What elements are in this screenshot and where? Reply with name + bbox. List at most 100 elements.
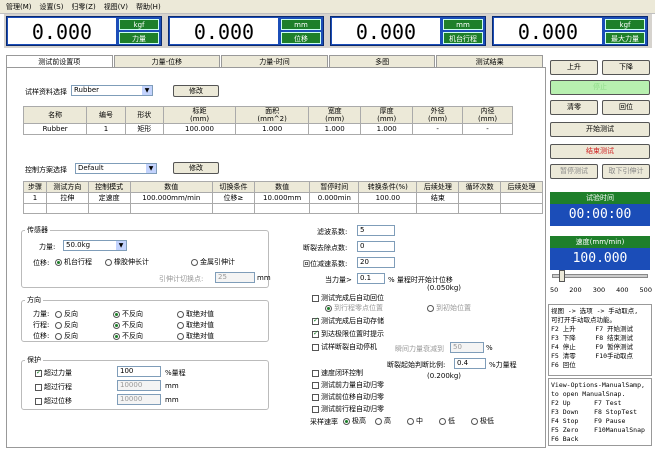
control-cell-empty[interactable] xyxy=(87,203,131,214)
control-cell-empty[interactable] xyxy=(212,203,255,214)
stroke-value: 0.000 xyxy=(331,17,441,45)
direction-option-label: 反向 xyxy=(64,332,78,340)
control-cell[interactable]: 100.00 xyxy=(358,192,418,204)
position-option-metal-ext[interactable]: 金属引伸计 xyxy=(191,257,235,267)
control-col-header: 暂停时间 xyxy=(309,181,360,193)
control-modify-button[interactable]: 修改 xyxy=(173,162,219,174)
protection-input[interactable]: 100 xyxy=(117,366,161,377)
sample-rate-option[interactable]: 高 xyxy=(375,416,391,426)
protection-input[interactable]: 10000 xyxy=(117,394,161,405)
control-select[interactable]: Default ▼ xyxy=(75,163,157,174)
control-cell-empty[interactable] xyxy=(23,203,47,214)
break-stop-checkbox[interactable]: 试样断裂自动停机 xyxy=(312,342,377,352)
end-test-button[interactable]: 结束测试 xyxy=(550,144,650,159)
direction-option[interactable]: 反向 xyxy=(55,331,78,341)
control-cell-empty[interactable] xyxy=(458,203,502,214)
material-modify-button[interactable]: 修改 xyxy=(173,85,219,97)
sample-rate-option[interactable]: 极低 xyxy=(471,416,494,426)
control-cell[interactable] xyxy=(500,192,543,204)
position-option-rubber-ext[interactable]: 橡胶伸长计 xyxy=(105,257,149,267)
direction-option[interactable]: 反向 xyxy=(55,320,78,330)
material-cell[interactable]: 100.000 xyxy=(162,123,237,135)
control-cell-empty[interactable] xyxy=(500,203,543,214)
material-cell[interactable]: 1 xyxy=(86,123,126,135)
speed-slider-track[interactable] xyxy=(552,274,648,278)
control-cell[interactable]: 拉伸 xyxy=(45,192,89,204)
control-cell-empty[interactable] xyxy=(358,203,418,214)
down-button[interactable]: 下降 xyxy=(602,60,650,75)
zero-force-checkbox[interactable]: 测试前力量自动归零 xyxy=(312,380,384,390)
material-cell[interactable]: 1.000 xyxy=(308,123,362,135)
menu-manage[interactable]: 管理(M) xyxy=(6,2,32,12)
position-option-stroke[interactable]: 机台行程 xyxy=(55,257,92,267)
control-cell-empty[interactable] xyxy=(45,203,89,214)
return-decel-input[interactable]: 20 xyxy=(357,257,395,268)
protection-checkbox[interactable]: 超过位移 xyxy=(35,396,72,406)
zero-stroke-checkbox[interactable]: 测试前行程自动归零 xyxy=(312,404,384,414)
auto-return-checkbox[interactable]: 测试完成后自动回位 xyxy=(312,293,384,303)
break-start-input[interactable]: 0.4 xyxy=(454,358,486,369)
force-start-input[interactable]: 0.1 xyxy=(357,273,385,284)
force-range-select[interactable]: 50.0kg ▼ xyxy=(63,240,127,251)
control-cell[interactable]: 100.000mm/min xyxy=(129,192,214,204)
sample-rate-option[interactable]: 极高 xyxy=(343,416,366,426)
limit-notify-checkbox[interactable]: 到达极限位置时提示 xyxy=(312,329,384,339)
protection-checkbox[interactable]: 超过行程 xyxy=(35,382,72,392)
control-cell-empty[interactable] xyxy=(416,203,460,214)
zero-disp-checkbox[interactable]: 测试前位移自动归零 xyxy=(312,392,384,402)
control-cell[interactable]: 1 xyxy=(23,192,47,204)
filter-input[interactable]: 5 xyxy=(357,225,395,236)
speed-slider-thumb[interactable] xyxy=(559,270,566,282)
chevron-down-icon: ▼ xyxy=(146,164,156,173)
direction-option[interactable]: 不反向 xyxy=(113,309,143,319)
control-cell[interactable]: 结束 xyxy=(416,192,460,204)
menu-help[interactable]: 帮助(H) xyxy=(136,2,161,12)
direction-option[interactable]: 反向 xyxy=(55,309,78,319)
control-cell[interactable]: 0.000min xyxy=(309,192,360,204)
sample-rate-label: 采样速率 xyxy=(310,418,338,426)
material-cell[interactable]: 矩形 xyxy=(124,123,164,135)
material-cell[interactable]: - xyxy=(412,123,464,135)
control-cell-empty[interactable] xyxy=(129,203,214,214)
direction-option[interactable]: 取绝对值 xyxy=(177,331,214,341)
return-button[interactable]: 回位 xyxy=(602,100,650,115)
menu-view[interactable]: 视图(V) xyxy=(104,2,128,12)
protection-input[interactable]: 10000 xyxy=(117,380,161,391)
material-col-header: 编号 xyxy=(86,106,126,124)
pause-test-button[interactable]: 暂停测试 xyxy=(550,164,598,179)
remove-extensometer-button[interactable]: 取下引伸计 xyxy=(602,164,650,179)
material-select[interactable]: Rubber ▼ xyxy=(71,85,153,96)
checkbox-icon xyxy=(312,343,319,351)
material-cell[interactable]: Rubber xyxy=(22,123,88,135)
auto-save-checkbox[interactable]: 测试完成后自动存储 xyxy=(312,316,384,326)
direction-option[interactable]: 不反向 xyxy=(113,320,143,330)
closed-loop-checkbox[interactable]: 速度闭环控制 xyxy=(312,368,363,378)
break-points-input[interactable]: 0 xyxy=(357,241,395,252)
menu-zero[interactable]: 归零(Z) xyxy=(71,2,95,12)
control-cell[interactable]: 位移≥ xyxy=(212,192,255,204)
return-to-initial[interactable]: 到初始位置 xyxy=(427,303,471,313)
up-button[interactable]: 上升 xyxy=(550,60,598,75)
control-cell-empty[interactable] xyxy=(309,203,360,214)
sample-rate-option[interactable]: 低 xyxy=(439,416,455,426)
stop-button[interactable]: 停止 xyxy=(550,80,650,95)
break-force-input[interactable]: 50 xyxy=(450,342,484,353)
return-to-stroke-zero[interactable]: 到行程零点位置 xyxy=(325,303,383,313)
material-cell[interactable]: 1.000 xyxy=(360,123,414,135)
force-start-label: 当力量> xyxy=(325,276,352,284)
start-test-button[interactable]: 开始测试 xyxy=(550,122,650,137)
control-cell[interactable] xyxy=(458,192,502,204)
direction-option[interactable]: 取绝对值 xyxy=(177,320,214,330)
control-cell[interactable]: 定速度 xyxy=(87,192,131,204)
protection-checkbox[interactable]: 超过力量 xyxy=(35,368,72,378)
control-cell[interactable]: 10.000mm xyxy=(253,192,311,204)
control-cell-empty[interactable] xyxy=(253,203,311,214)
direction-option[interactable]: 不反向 xyxy=(113,331,143,341)
menu-settings[interactable]: 设置(S) xyxy=(40,2,64,12)
material-cell[interactable]: - xyxy=(462,123,513,135)
clear-button[interactable]: 清零 xyxy=(550,100,598,115)
direction-option[interactable]: 取绝对值 xyxy=(177,309,214,319)
sample-rate-option[interactable]: 中 xyxy=(407,416,423,426)
ext-switch-input[interactable]: 25 xyxy=(215,272,255,283)
material-cell[interactable]: 1.000 xyxy=(235,123,310,135)
